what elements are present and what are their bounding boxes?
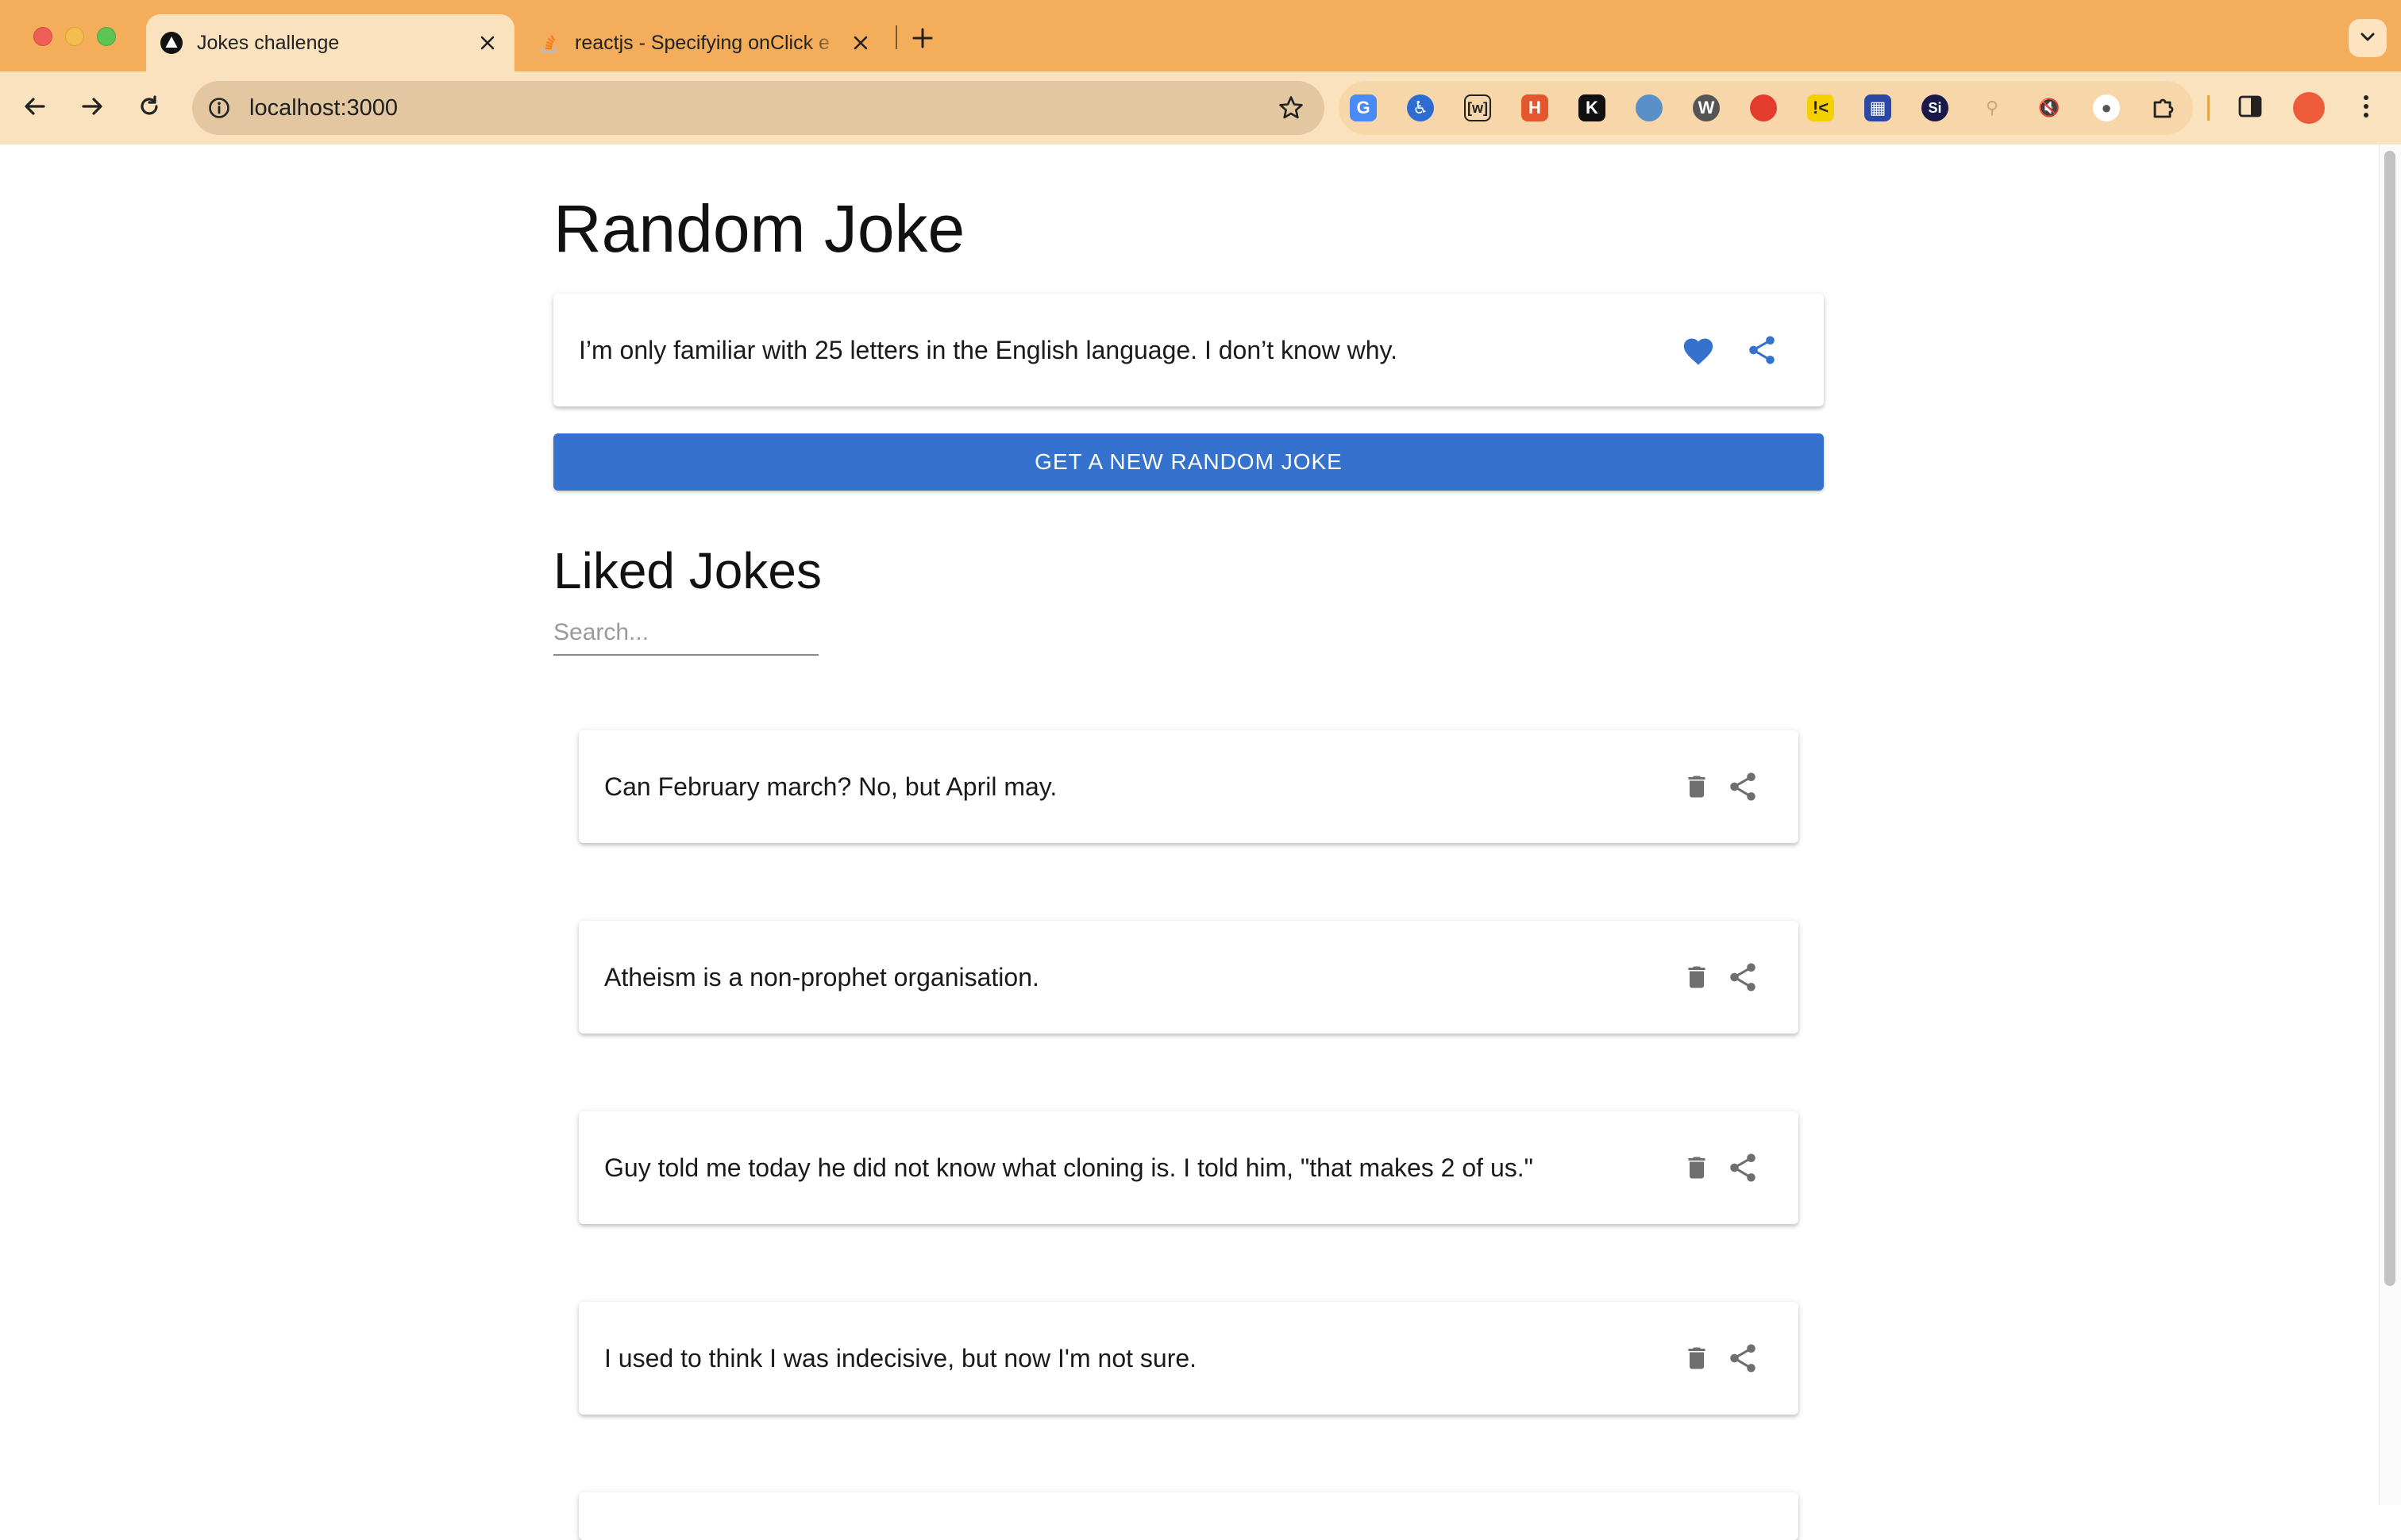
- list-item: Atheism is a non-prophet organisation.: [579, 921, 1798, 1034]
- color-picker-extension-icon[interactable]: [1750, 94, 1777, 121]
- triangle-logo-icon: [159, 30, 184, 56]
- side-panel-icon: [2237, 94, 2263, 123]
- get-new-joke-button[interactable]: GET A NEW RANDOM JOKE: [553, 433, 1824, 491]
- arrow-right-icon: [80, 94, 104, 122]
- si-extension-icon[interactable]: Si: [1921, 94, 1948, 121]
- json-extension-icon[interactable]: !<: [1807, 94, 1834, 121]
- trash-icon[interactable]: [1675, 1145, 1719, 1190]
- chevron-down-icon: [2359, 28, 2376, 49]
- liked-jokes-heading: Liked Jokes: [553, 542, 822, 599]
- kebab-menu-icon: [2361, 94, 2371, 123]
- tab-title: Jokes challenge: [197, 31, 340, 54]
- stackoverflow-icon: [537, 30, 562, 56]
- profile-avatar[interactable]: [2293, 92, 2325, 124]
- globe-extension-icon[interactable]: [1636, 94, 1663, 121]
- toolbar-divider: [2207, 95, 2210, 121]
- wappalyzer-extension-icon[interactable]: [w]: [1464, 94, 1491, 121]
- tab-title: reactjs - Specifying onClick e: [575, 31, 830, 54]
- tab-strip: Jokes challenge reactjs - Specifying onC…: [0, 0, 2401, 71]
- html5-extension-icon[interactable]: H: [1521, 94, 1548, 121]
- share-icon[interactable]: [1740, 328, 1784, 372]
- browser-chrome: Jokes challenge reactjs - Specifying onC…: [0, 0, 2401, 144]
- window-minimize-button[interactable]: [65, 27, 84, 46]
- info-icon[interactable]: [206, 95, 232, 121]
- microphone-extension-icon[interactable]: ●: [2093, 94, 2120, 121]
- back-button[interactable]: [16, 89, 54, 127]
- list-item: [579, 1492, 1798, 1540]
- side-panel-button[interactable]: [2231, 89, 2269, 127]
- google-translate-extension-icon[interactable]: G: [1350, 94, 1377, 121]
- list-item: I used to think I was indecisive, but no…: [579, 1302, 1798, 1415]
- liked-joke-text: I used to think I was indecisive, but no…: [604, 1343, 1197, 1373]
- extensions-area: G ♿ [w] H K W !< ▦ Si ⚲ 🔇 ●: [1339, 81, 2193, 135]
- browser-toolbar: localhost:3000 G ♿ [w] H K W !< ▦ Si ⚲ 🔇…: [0, 71, 2401, 144]
- reload-icon: [137, 94, 161, 122]
- grid-extension-icon[interactable]: ▦: [1864, 94, 1891, 121]
- zoom-extension-icon[interactable]: ⚲: [1979, 94, 2006, 121]
- heart-icon[interactable]: [1676, 328, 1721, 372]
- list-item: Guy told me today he did not know what c…: [579, 1111, 1798, 1224]
- window-maximize-button[interactable]: [97, 27, 116, 46]
- url-text[interactable]: localhost:3000: [249, 95, 1275, 121]
- list-item: Can February march? No, but April may.: [579, 730, 1798, 843]
- page-viewport: Random Joke I’m only familiar with 25 le…: [0, 144, 2379, 1540]
- share-icon[interactable]: [1721, 764, 1765, 809]
- accessibility-extension-icon[interactable]: ♿: [1407, 94, 1434, 121]
- tab-reactjs-onclick[interactable]: reactjs - Specifying onClick e: [524, 14, 888, 71]
- vertical-scrollbar[interactable]: [2379, 144, 2401, 1505]
- trash-icon[interactable]: [1675, 764, 1719, 809]
- random-joke-text: I’m only familiar with 25 letters in the…: [579, 335, 1398, 364]
- liked-joke-text: Atheism is a non-prophet organisation.: [604, 962, 1039, 991]
- puzzle-extensions-icon[interactable]: [2150, 94, 2177, 121]
- tab-divider: [896, 25, 897, 49]
- close-icon[interactable]: [472, 27, 503, 59]
- star-icon[interactable]: [1275, 92, 1307, 124]
- page-title: Random Joke: [553, 191, 965, 266]
- arrow-left-icon: [23, 94, 47, 122]
- share-icon[interactable]: [1721, 955, 1765, 999]
- tab-jokes-challenge[interactable]: Jokes challenge: [146, 14, 514, 71]
- trash-icon[interactable]: [1675, 955, 1719, 999]
- tab-search-button[interactable]: [2349, 19, 2387, 57]
- address-bar[interactable]: localhost:3000: [192, 81, 1324, 135]
- new-tab-button[interactable]: [907, 22, 938, 54]
- close-icon[interactable]: [845, 27, 877, 59]
- w-extension-icon[interactable]: W: [1693, 94, 1720, 121]
- liked-joke-text: Guy told me today he did not know what c…: [604, 1153, 1533, 1182]
- menu-button[interactable]: [2347, 89, 2385, 127]
- k-extension-icon[interactable]: K: [1578, 94, 1605, 121]
- trash-icon[interactable]: [1675, 1336, 1719, 1380]
- reload-button[interactable]: [130, 89, 168, 127]
- search-input[interactable]: [553, 611, 819, 656]
- window-close-button[interactable]: [33, 27, 52, 46]
- share-icon[interactable]: [1721, 1336, 1765, 1380]
- forward-button[interactable]: [73, 89, 111, 127]
- random-joke-card: I’m only familiar with 25 letters in the…: [553, 294, 1824, 406]
- share-icon[interactable]: [1721, 1145, 1765, 1190]
- scrollbar-thumb[interactable]: [2384, 151, 2395, 1286]
- liked-joke-text: Can February march? No, but April may.: [604, 772, 1058, 801]
- mute-extension-icon[interactable]: 🔇: [2036, 94, 2063, 121]
